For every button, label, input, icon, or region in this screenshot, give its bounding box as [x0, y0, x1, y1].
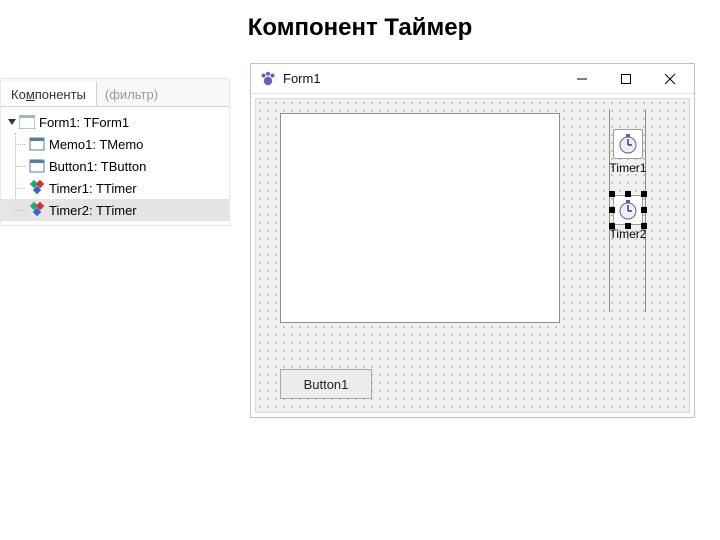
tree-node-label: Memo1: TMemo — [49, 137, 143, 152]
clock-icon — [613, 129, 643, 159]
tree-body: Form1: TForm1 Memo1: TMemo Button1: TBut… — [1, 107, 229, 225]
slide-title: Компонент Таймер — [0, 0, 720, 52]
titlebar[interactable]: Form1 — [251, 64, 694, 94]
timer1-component[interactable]: Timer1 — [607, 129, 649, 175]
tab-text-accel: м — [26, 87, 35, 102]
form-icon — [19, 114, 35, 130]
button1-control[interactable]: Button1 — [280, 369, 372, 399]
timer2-component[interactable]: Timer2 — [607, 195, 649, 241]
tab-components[interactable]: Компоненты — [1, 82, 97, 106]
button1-label: Button1 — [304, 377, 349, 392]
tab-text-pre: Ко — [11, 87, 26, 102]
tree-tabs: Компоненты (фильтр) — [1, 79, 229, 107]
timer2-label: Timer2 — [607, 227, 649, 241]
control-icon — [29, 158, 45, 174]
tree-root-label: Form1: TForm1 — [39, 115, 129, 130]
tree-node-label: Timer2: TTimer — [49, 203, 137, 218]
timer1-label: Timer1 — [607, 161, 649, 175]
design-surface[interactable]: Button1 Timer1 — [255, 98, 690, 413]
component-icon — [29, 180, 45, 196]
tree-node-button1[interactable]: Button1: TButton — [1, 155, 229, 177]
minimize-icon — [576, 73, 588, 85]
close-button[interactable] — [648, 65, 692, 93]
control-icon — [29, 136, 45, 152]
tree-node-label: Timer1: TTimer — [49, 181, 137, 196]
filter-input[interactable]: (фильтр) — [97, 82, 229, 106]
memo1-control[interactable] — [280, 113, 560, 323]
form-title: Form1 — [283, 71, 321, 86]
lazarus-paw-icon — [259, 70, 277, 88]
form-designer-window: Form1 Button1 — [250, 63, 695, 418]
tree-node-label: Button1: TButton — [49, 159, 146, 174]
maximize-button[interactable] — [604, 65, 648, 93]
tab-text-post: поненты — [35, 87, 86, 102]
component-tree-panel: Компоненты (фильтр) Form1: TForm1 Memo1:… — [0, 78, 230, 226]
component-icon — [29, 202, 45, 218]
tree-node-timer2[interactable]: Timer2: TTimer — [1, 199, 229, 221]
caret-down-icon[interactable] — [7, 117, 17, 127]
clock-icon — [613, 195, 643, 225]
tree-node-timer1[interactable]: Timer1: TTimer — [1, 177, 229, 199]
tree-node-memo1[interactable]: Memo1: TMemo — [1, 133, 229, 155]
close-icon — [664, 73, 676, 85]
tree-root-form1[interactable]: Form1: TForm1 — [1, 111, 229, 133]
maximize-icon — [620, 73, 632, 85]
minimize-button[interactable] — [560, 65, 604, 93]
